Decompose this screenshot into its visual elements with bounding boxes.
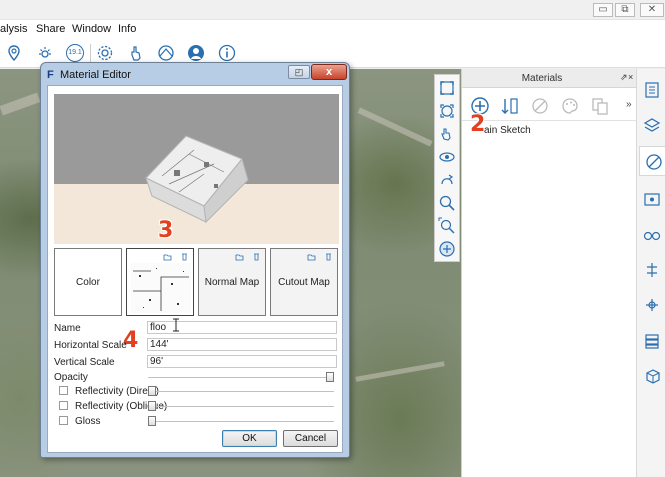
menu-bar: alysis Share Window Info [0, 20, 665, 38]
trash-icon[interactable] [252, 252, 261, 261]
vertical-scale-label: Vertical Scale [54, 357, 115, 368]
ok-button[interactable]: OK [222, 430, 277, 447]
ratio-badge-icon[interactable]: 19.1 [66, 44, 84, 62]
dialog-body: 3 Color Normal Map Cutout Map 4 Name flo… [47, 85, 343, 453]
step-callout-2: 2 [470, 112, 486, 137]
restore-button[interactable]: ⧉ [615, 3, 635, 17]
reflectivity-oblique-checkbox[interactable] [59, 401, 68, 410]
sun-icon[interactable] [36, 44, 54, 62]
reflectivity-direct-label: Reflectivity (Direct) [75, 386, 159, 397]
toolbar-separator [90, 44, 91, 62]
material-editor-dialog: F Material Editor ◰ x 3 Color Normal Map… [40, 62, 350, 458]
menu-analysis[interactable]: alysis [0, 23, 28, 35]
menu-share[interactable]: Share [36, 23, 65, 35]
open-folder-icon[interactable] [235, 252, 244, 261]
section-icon[interactable] [643, 296, 661, 314]
open-folder-icon[interactable] [307, 252, 316, 261]
overflow-menu[interactable]: » [626, 99, 632, 110]
menu-info[interactable]: Info [118, 23, 136, 35]
material-list-item[interactable]: ain Sketch [484, 125, 531, 136]
zoom-icon[interactable] [438, 194, 456, 212]
close-window-button[interactable]: ✕ [640, 3, 664, 17]
normal-map-label: Normal Map [204, 277, 260, 288]
menu-window[interactable]: Window [72, 23, 111, 35]
sort-materials-icon[interactable] [500, 96, 520, 116]
reflectivity-oblique-slider[interactable] [148, 406, 334, 407]
palette-icon[interactable] [560, 96, 580, 116]
gloss-label: Gloss [75, 416, 101, 427]
horizontal-scale-label: Horizontal Scale [54, 340, 127, 351]
materials-panel-title: Materials [521, 73, 563, 84]
materials-toolbar: » [462, 89, 637, 121]
map-road [355, 361, 445, 382]
normal-map-slot[interactable]: Normal Map [198, 248, 266, 316]
cutout-map-label: Cutout Map [278, 277, 330, 288]
globe-share-icon[interactable] [157, 44, 175, 62]
box-3d-icon[interactable] [643, 367, 661, 385]
zoom-extents-icon[interactable] [438, 79, 456, 97]
zoom-window-icon[interactable] [438, 217, 456, 235]
reflectivity-direct-knob[interactable] [148, 386, 156, 396]
step-callout-3: 3 [158, 218, 174, 243]
material-preview[interactable] [54, 94, 339, 244]
reflectivity-oblique-knob[interactable] [148, 401, 156, 411]
dialog-close-button[interactable]: x [311, 64, 347, 80]
open-folder-icon[interactable] [163, 252, 172, 261]
look-around-icon[interactable] [438, 171, 456, 189]
navigation-palette [434, 74, 460, 262]
opacity-slider[interactable] [148, 377, 334, 378]
dialog-title: Material Editor [60, 69, 131, 81]
materials-tab-icon [646, 154, 662, 170]
pan-icon[interactable] [438, 125, 456, 143]
map-road [0, 92, 41, 116]
cutout-map-slot[interactable]: Cutout Map [270, 248, 338, 316]
scenes-icon[interactable] [643, 190, 661, 208]
location-pin-icon[interactable] [5, 44, 23, 62]
glasses-icon[interactable] [643, 226, 661, 244]
pin-panel-button[interactable]: ⇗ [620, 72, 628, 83]
minimize-button[interactable]: ▭ [593, 3, 613, 17]
materials-tab[interactable] [639, 146, 665, 176]
opacity-slider-knob[interactable] [326, 372, 334, 382]
reflectivity-direct-checkbox[interactable] [59, 386, 68, 395]
hand-pointer-icon[interactable] [127, 44, 145, 62]
connector-icon[interactable] [643, 261, 661, 279]
zoom-selected-icon[interactable] [438, 102, 456, 120]
gear-icon[interactable] [96, 44, 114, 62]
materials-panel-header: Materials ⇗ × [462, 69, 637, 88]
app-title-bar: ▭ ⧉ ✕ [0, 0, 665, 20]
color-slot[interactable]: Color [54, 248, 122, 316]
close-panel-button[interactable]: × [628, 72, 633, 82]
cancel-button[interactable]: Cancel [283, 430, 338, 447]
walk-camera-icon[interactable] [438, 240, 456, 258]
layers-icon[interactable] [643, 117, 661, 135]
stack-icon[interactable] [643, 332, 661, 350]
vertical-scale-field[interactable]: 96' [147, 355, 337, 368]
user-account-icon[interactable] [187, 44, 205, 62]
gloss-slider[interactable] [148, 421, 334, 422]
name-label: Name [54, 323, 81, 334]
paint-material-icon[interactable] [530, 96, 550, 116]
map-road [357, 107, 433, 147]
material-preview-cube [145, 135, 249, 224]
right-sidebar [636, 69, 665, 477]
texture-thumbnail [131, 263, 191, 313]
texture-slot[interactable] [126, 248, 194, 316]
horizontal-scale-field[interactable]: 144' [147, 338, 337, 351]
opacity-label: Opacity [54, 372, 88, 383]
dialog-minimize-button[interactable]: ◰ [288, 65, 310, 79]
text-cursor-icon [173, 318, 179, 332]
duplicate-material-icon[interactable] [590, 96, 610, 116]
materials-panel: Materials ⇗ × » ain Sketch [461, 69, 637, 477]
trash-icon[interactable] [324, 252, 333, 261]
info-icon[interactable] [218, 44, 236, 62]
orbit-icon[interactable] [438, 148, 456, 166]
gloss-checkbox[interactable] [59, 416, 68, 425]
gloss-knob[interactable] [148, 416, 156, 426]
app-logo-icon: F [47, 69, 54, 81]
reflectivity-direct-slider[interactable] [148, 391, 334, 392]
color-slot-label: Color [76, 277, 100, 288]
trash-icon[interactable] [180, 252, 189, 261]
outliner-icon[interactable] [643, 81, 661, 99]
